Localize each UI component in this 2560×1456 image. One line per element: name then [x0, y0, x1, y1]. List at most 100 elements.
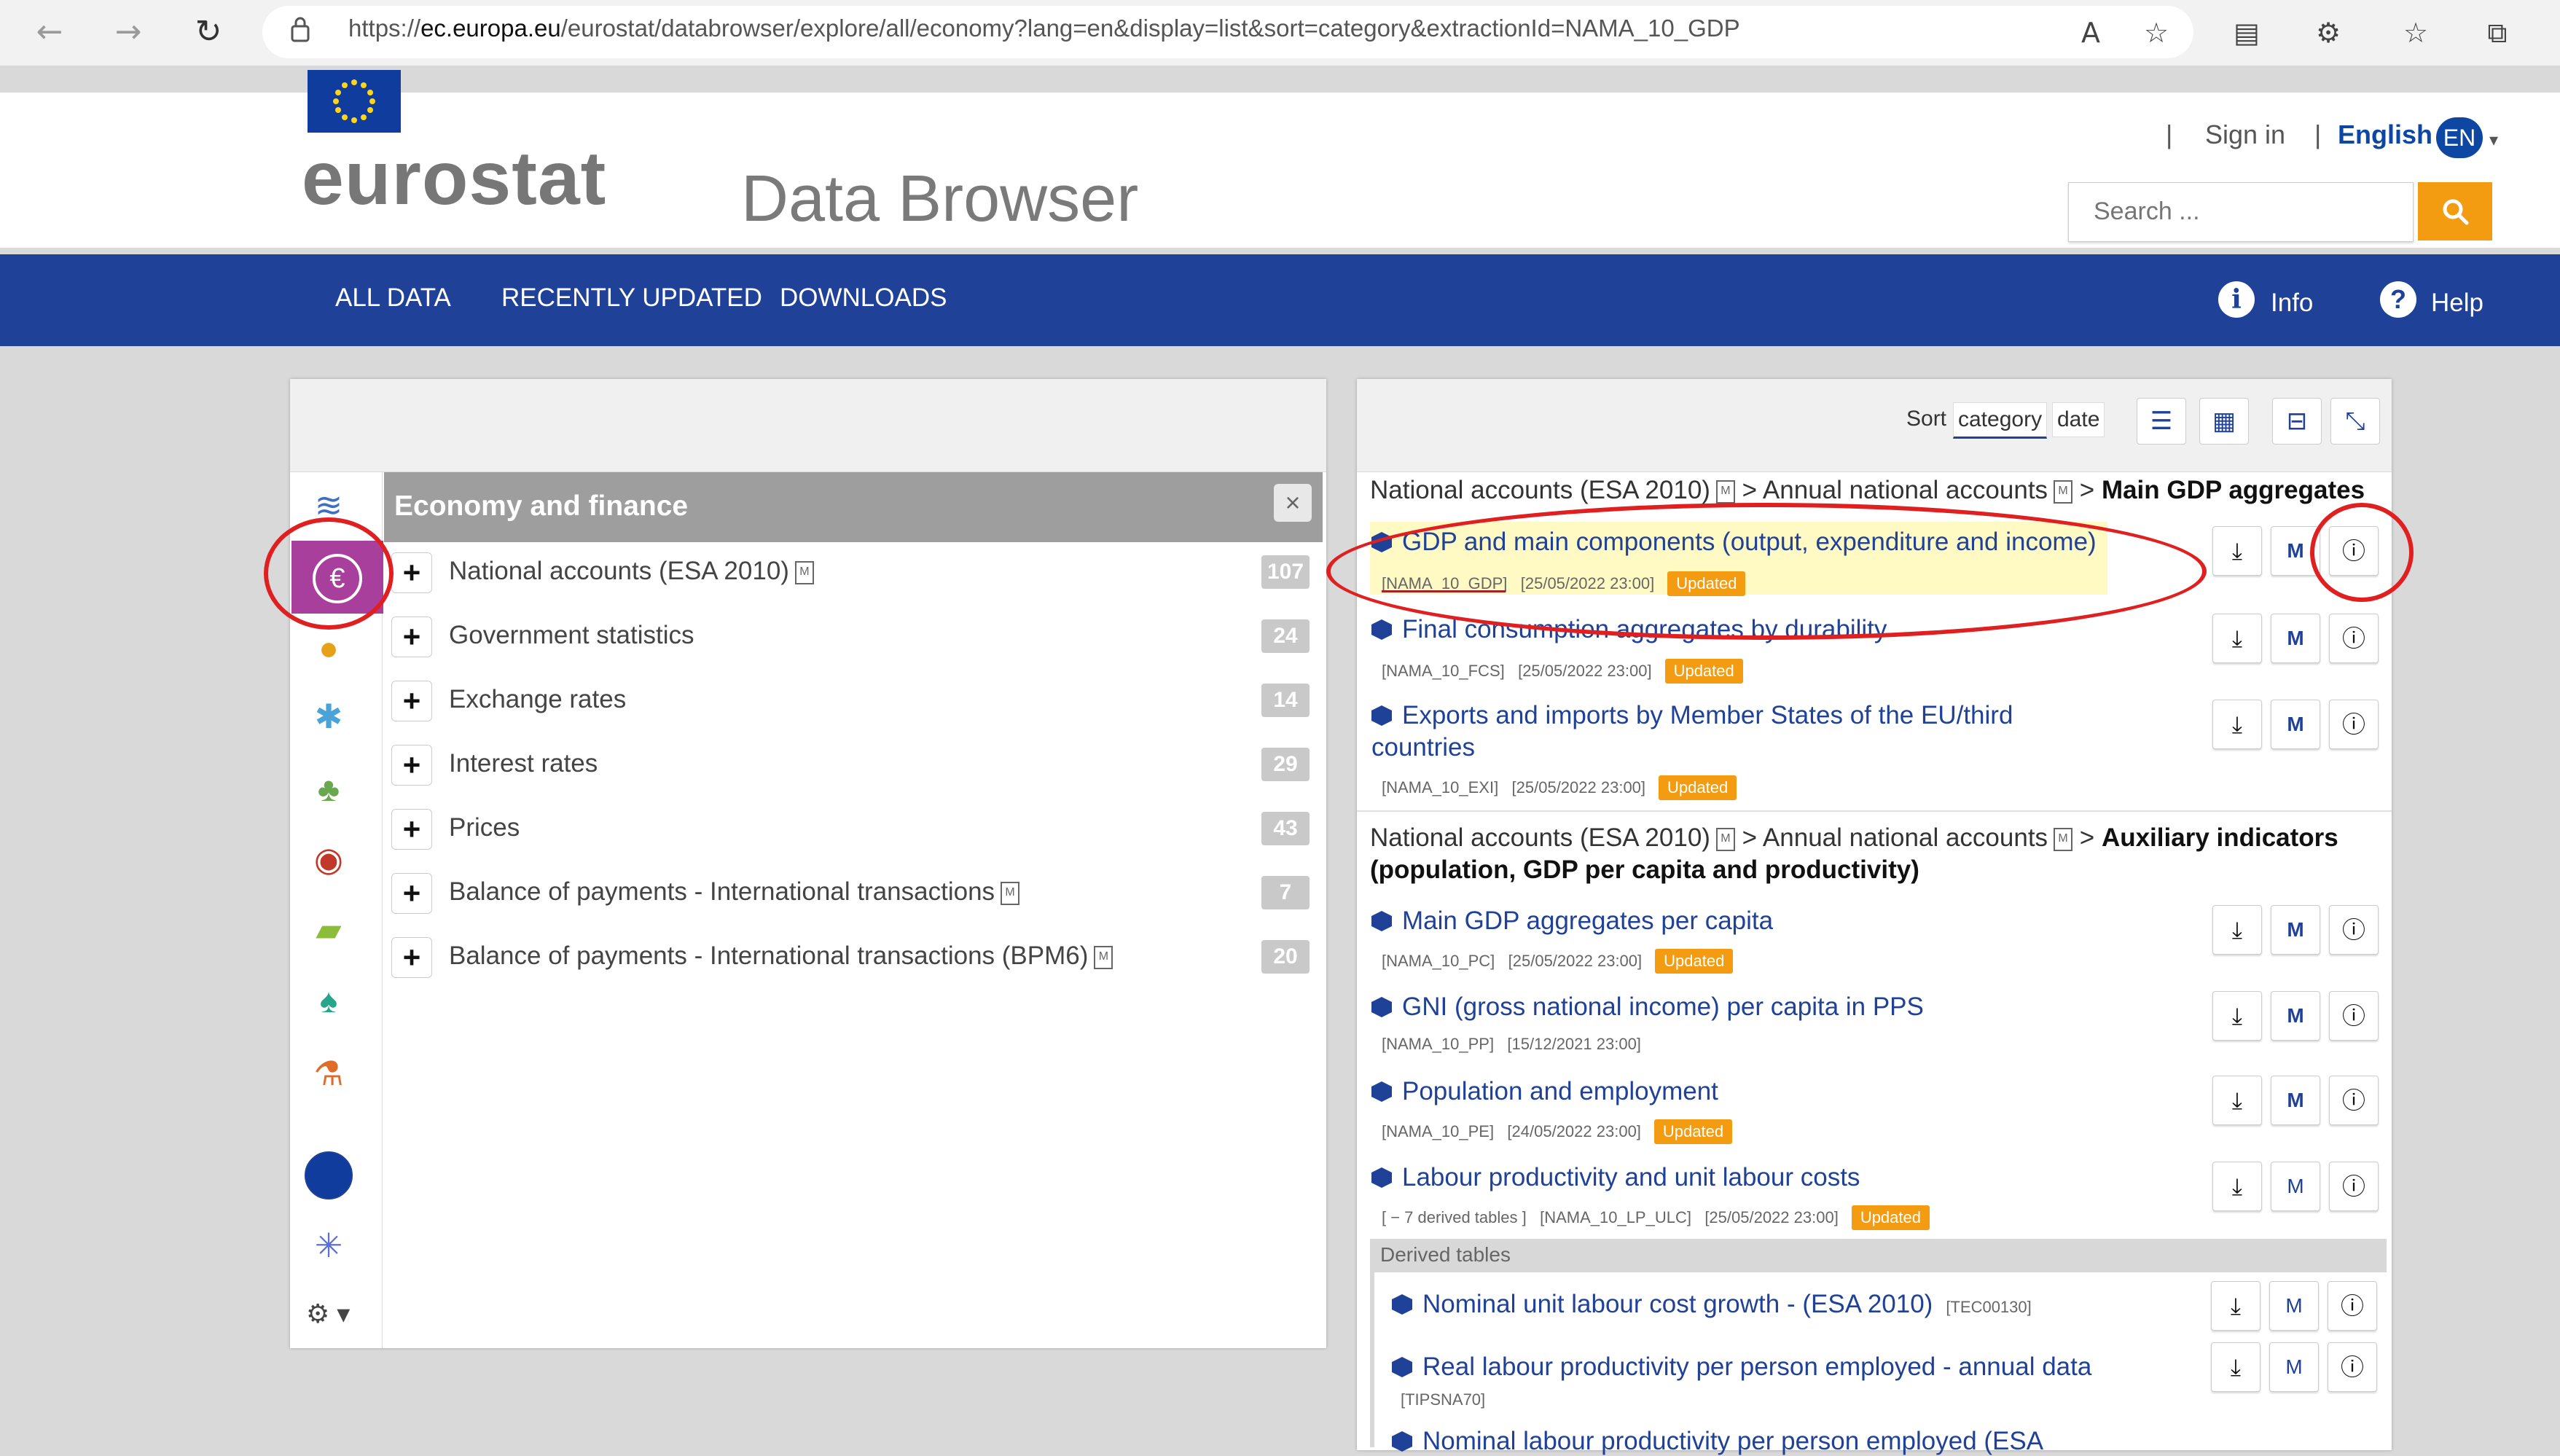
search-box[interactable] — [2068, 182, 2414, 242]
info-icon[interactable]: ⓘ — [2328, 1281, 2377, 1331]
settings-icon[interactable]: ⚙ ▾ — [306, 1299, 350, 1329]
metadata-icon[interactable]: M — [2271, 905, 2320, 955]
dataset-link[interactable]: Labour productivity and unit labour cost… — [1371, 1163, 1860, 1192]
metadata-icon[interactable]: M — [2054, 480, 2073, 504]
url-text[interactable]: https://ec.europa.eu/eurostat/databrowse… — [348, 15, 1740, 42]
nav-downloads[interactable]: DOWNLOADS — [780, 283, 947, 313]
dataset-link-continued[interactable]: countries — [1371, 733, 1475, 762]
metadata-icon[interactable]: M — [1001, 881, 1020, 905]
expand-plus-icon[interactable]: + — [391, 681, 432, 721]
eurostat-logo[interactable]: eurostat — [302, 136, 606, 222]
download-icon[interactable]: ⤓ — [2211, 1281, 2260, 1331]
derived-dataset-link[interactable]: Nominal unit labour cost growth - (ESA 2… — [1392, 1290, 2032, 1319]
environment-icon[interactable]: ♠ — [305, 976, 353, 1025]
back-icon[interactable]: ← — [28, 10, 71, 54]
info-icon[interactable]: ⓘ — [2329, 905, 2379, 955]
language-code-badge[interactable]: EN — [2436, 117, 2483, 158]
expand-plus-icon[interactable]: + — [391, 873, 432, 914]
metadata-icon[interactable]: M — [2271, 991, 2320, 1041]
grid-view-icon[interactable]: ▦ — [2199, 398, 2249, 445]
download-icon[interactable]: ⤓ — [2212, 700, 2262, 749]
metadata-icon[interactable]: M — [2271, 1076, 2320, 1125]
dataset-link[interactable]: Exports and imports by Member States of … — [1371, 701, 2013, 730]
trade-icon[interactable]: ◉ — [305, 835, 353, 883]
agriculture-icon[interactable]: ♣ — [305, 765, 353, 813]
metadata-icon[interactable]: M — [1715, 480, 1735, 504]
forward-icon[interactable]: → — [106, 10, 150, 54]
science-icon[interactable]: ⚗ — [305, 1049, 353, 1097]
dataset-link[interactable]: Main GDP aggregates per capita — [1371, 907, 1773, 936]
expand-plus-icon[interactable]: + — [391, 552, 432, 593]
language-selector[interactable]: English — [2338, 120, 2432, 150]
dataset-link[interactable]: Population and employment — [1371, 1077, 1718, 1106]
category-row[interactable]: + National accounts (ESA 2010) M 107 — [384, 542, 1323, 606]
expand-plus-icon[interactable]: + — [391, 809, 432, 850]
derived-tables-toggle[interactable]: [ − 7 derived tables ] — [1382, 1208, 1527, 1226]
minimize-icon[interactable]: ⤡ — [2330, 398, 2380, 445]
info-icon[interactable]: ⓘ — [2329, 614, 2379, 663]
metadata-icon[interactable]: M — [2269, 1342, 2319, 1392]
expand-plus-icon[interactable]: + — [391, 617, 432, 657]
metadata-icon[interactable]: M — [2271, 1162, 2320, 1211]
category-row[interactable]: + Government statistics 24 — [384, 606, 1323, 670]
category-row[interactable]: + Interest rates 29 — [384, 735, 1323, 799]
category-row[interactable]: + Balance of payments - International tr… — [384, 863, 1323, 927]
category-row[interactable]: + Exchange rates 14 — [384, 670, 1323, 735]
info-icon[interactable]: ⓘ — [2328, 1342, 2377, 1392]
eu-policy-icon[interactable] — [305, 1151, 353, 1199]
list-view-icon[interactable]: ☰ — [2137, 398, 2186, 445]
nav-help[interactable]: Help — [2431, 289, 2483, 318]
nav-info[interactable]: Info — [2271, 289, 2313, 318]
reader-icon[interactable]: ▤ — [2227, 13, 2266, 52]
info-icon[interactable]: ⓘ — [2329, 1076, 2379, 1125]
breadcrumb-item[interactable]: National accounts (ESA 2010) — [1370, 476, 1710, 504]
download-icon[interactable]: ⤓ — [2212, 526, 2262, 576]
metadata-icon[interactable]: M — [1715, 827, 1735, 851]
download-icon[interactable]: ⤓ — [2212, 991, 2262, 1041]
sort-date[interactable]: date — [2052, 402, 2105, 437]
sort-category[interactable]: category — [1953, 402, 2048, 439]
info-circle-icon[interactable]: i — [2218, 281, 2255, 318]
expand-plus-icon[interactable]: + — [391, 745, 432, 786]
breadcrumb-item[interactable]: Annual national accounts — [1763, 476, 2048, 504]
category-row[interactable]: + Prices 43 — [384, 799, 1323, 863]
favorite-add-icon[interactable]: ☆ — [2137, 13, 2176, 52]
metadata-icon[interactable]: M — [2054, 827, 2073, 851]
metadata-icon[interactable]: M — [1094, 945, 1113, 969]
metadata-icon[interactable]: M — [794, 560, 814, 584]
metadata-icon[interactable]: M — [2271, 700, 2320, 749]
population-icon[interactable]: ● — [305, 624, 353, 672]
collapse-all-icon[interactable]: ⊟ — [2272, 398, 2322, 445]
sign-in-link[interactable]: Sign in — [2205, 120, 2285, 150]
nav-all-data[interactable]: ALL DATA — [335, 283, 451, 313]
chevron-down-icon[interactable]: ▾ — [2489, 130, 2498, 151]
cross-cutting-icon[interactable]: ✳ — [305, 1221, 353, 1269]
info-icon[interactable]: ⓘ — [2329, 1162, 2379, 1211]
transport-icon[interactable]: ▰ — [305, 905, 353, 953]
dataset-link[interactable]: GNI (gross national income) per capita i… — [1371, 993, 1924, 1022]
metadata-icon[interactable]: M — [2271, 614, 2320, 663]
favorites-icon[interactable]: ☆ — [2396, 13, 2435, 52]
download-icon[interactable]: ⤓ — [2211, 1342, 2260, 1392]
breadcrumb-item[interactable]: National accounts (ESA 2010) — [1370, 823, 1710, 852]
derived-dataset-link[interactable]: Real labour productivity per person empl… — [1392, 1353, 2091, 1382]
download-icon[interactable]: ⤓ — [2212, 1162, 2262, 1211]
metadata-icon[interactable]: M — [2269, 1281, 2319, 1331]
search-button[interactable] — [2418, 182, 2492, 240]
close-icon[interactable]: × — [1274, 484, 1312, 522]
collections-icon[interactable]: ⧉ — [2478, 13, 2517, 52]
info-icon[interactable]: ⓘ — [2329, 700, 2379, 749]
extensions-icon[interactable]: ⚙ — [2309, 13, 2348, 52]
help-circle-icon[interactable]: ? — [2380, 281, 2416, 318]
industry-icon[interactable]: ✱ — [305, 692, 353, 740]
derived-dataset-link[interactable]: Nominal labour productivity per person e… — [1392, 1427, 2043, 1456]
breadcrumb-item[interactable]: Annual national accounts — [1763, 823, 2048, 852]
expand-plus-icon[interactable]: + — [391, 937, 432, 978]
search-input[interactable] — [2069, 183, 2401, 240]
nav-recently-updated[interactable]: RECENTLY UPDATED — [501, 283, 762, 313]
reload-icon[interactable]: ↻ — [187, 10, 230, 54]
info-icon[interactable]: ⓘ — [2329, 991, 2379, 1041]
read-aloud-icon[interactable]: A — [2071, 13, 2110, 52]
category-row[interactable]: + Balance of payments - International tr… — [384, 927, 1323, 991]
download-icon[interactable]: ⤓ — [2212, 614, 2262, 663]
